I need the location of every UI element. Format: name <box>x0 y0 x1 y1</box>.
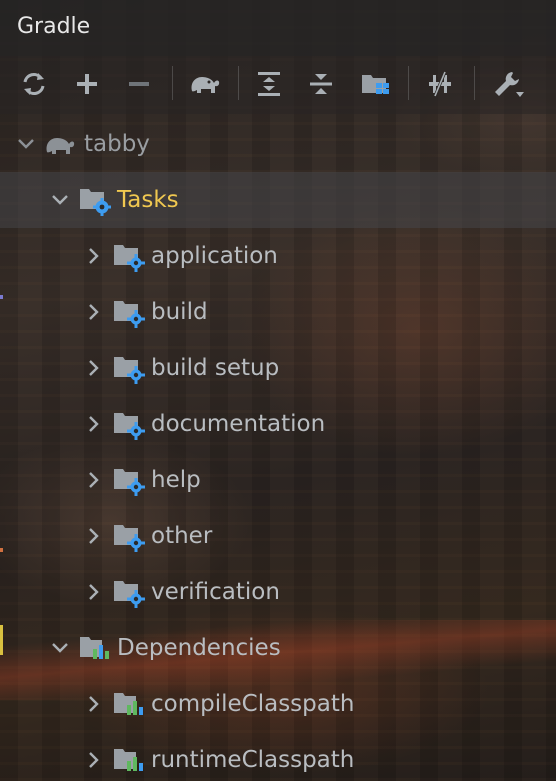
chevron-down-icon[interactable] <box>50 188 70 212</box>
tree-node-project[interactable]: tabby <box>0 116 556 172</box>
chevron-right-icon[interactable] <box>84 748 104 772</box>
tree-node-label: runtimeClasspath <box>151 747 355 773</box>
folder-gear-icon <box>114 581 145 608</box>
tree-node-configuration[interactable]: compileClasspath <box>0 676 556 732</box>
chevron-right-icon[interactable] <box>84 692 104 716</box>
wrench-icon <box>495 72 524 97</box>
tree-node-label: tabby <box>84 131 150 157</box>
tree-node-dependencies[interactable]: Dependencies <box>0 620 556 676</box>
tree-node-label: documentation <box>151 411 326 437</box>
folder-gear-icon <box>114 525 145 552</box>
tree-node-label: Dependencies <box>117 635 281 661</box>
chevron-down-icon[interactable] <box>16 132 36 156</box>
folder-gear-icon <box>114 469 145 496</box>
tree-node-label: help <box>151 467 201 493</box>
folder-gear-icon <box>114 413 145 440</box>
tree-node-task-group[interactable]: documentation <box>0 396 556 452</box>
remove-button[interactable] <box>121 66 157 102</box>
chevron-right-icon[interactable] <box>84 300 104 324</box>
collapse-all-button[interactable] <box>303 66 339 102</box>
toolbar-separator <box>238 66 239 100</box>
dependencies-icon <box>114 749 143 771</box>
gutter-marker <box>0 548 3 552</box>
gradle-elephant-icon <box>46 138 75 154</box>
plus-icon <box>77 74 97 94</box>
tree-node-task-group[interactable]: build setup <box>0 340 556 396</box>
tree-node-task-group[interactable]: help <box>0 452 556 508</box>
folder-gear-icon <box>80 189 111 216</box>
gutter-marker <box>0 295 3 299</box>
toggle-offline-mode-button[interactable] <box>422 66 458 102</box>
tree-node-tasks[interactable]: Tasks <box>0 172 556 228</box>
expand-all-button[interactable] <box>251 66 287 102</box>
tree-node-label: compileClasspath <box>151 691 355 717</box>
tree-node-configuration[interactable]: runtimeClasspath <box>0 732 556 781</box>
tree-node-task-group[interactable]: other <box>0 508 556 564</box>
tree-node-label: build <box>151 299 208 325</box>
expand-all-icon <box>258 72 280 96</box>
toolbar-separator <box>172 66 173 100</box>
tree-node-label: build setup <box>151 355 280 381</box>
tool-window-header: Gradle <box>0 0 556 56</box>
toolbar-separator <box>408 66 409 100</box>
tree-node-label: application <box>151 243 278 269</box>
folder-gear-icon <box>114 301 145 328</box>
dependencies-icon <box>80 637 109 659</box>
chevron-right-icon[interactable] <box>84 468 104 492</box>
execute-gradle-task-button[interactable] <box>186 66 222 102</box>
build-tool-settings-button[interactable] <box>490 66 526 102</box>
tree-node-task-group[interactable]: application <box>0 228 556 284</box>
folder-gear-icon <box>114 245 145 272</box>
group-modules-button[interactable] <box>357 66 393 102</box>
tool-window-title: Gradle <box>17 14 91 39</box>
tree-node-task-group[interactable]: verification <box>0 564 556 620</box>
folder-grid-icon <box>362 75 389 94</box>
chevron-right-icon[interactable] <box>84 244 104 268</box>
add-button[interactable] <box>69 66 105 102</box>
chevron-right-icon[interactable] <box>84 356 104 380</box>
tree-node-task-group[interactable]: build <box>0 284 556 340</box>
chevron-right-icon[interactable] <box>84 412 104 436</box>
refresh-icon <box>23 73 45 95</box>
chevron-down-icon[interactable] <box>50 636 70 660</box>
gradle-tool-window: Gradle tabby Tasks application build bui… <box>0 0 556 781</box>
chevron-right-icon[interactable] <box>84 580 104 604</box>
gutter-marker <box>0 625 3 655</box>
tree-node-label: verification <box>151 579 280 605</box>
minus-icon <box>129 82 149 86</box>
toolbar <box>0 56 556 114</box>
refresh-button[interactable] <box>16 66 52 102</box>
tree-node-label: other <box>151 523 213 549</box>
chevron-right-icon[interactable] <box>84 524 104 548</box>
offline-icon <box>429 71 451 97</box>
collapse-all-icon <box>310 74 332 94</box>
dependencies-icon <box>114 693 143 715</box>
gradle-elephant-icon <box>191 77 220 93</box>
folder-gear-icon <box>114 357 145 384</box>
toolbar-separator <box>474 66 475 100</box>
tree-node-label: Tasks <box>117 187 179 213</box>
